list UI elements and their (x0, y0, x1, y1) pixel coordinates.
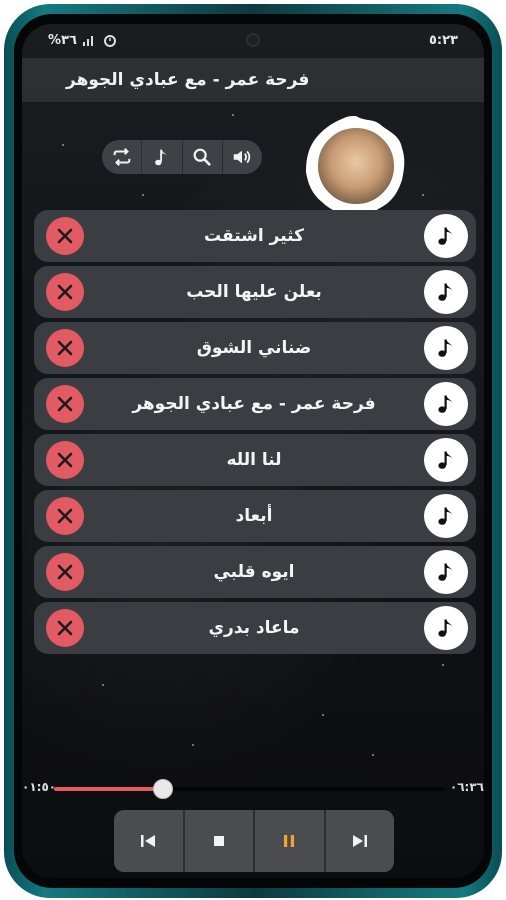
pause-icon (284, 835, 295, 847)
seek-progress (54, 787, 164, 791)
play-track-button[interactable] (424, 270, 468, 314)
title-bar: فرحة عمر - مع عبادي الجوهر (22, 58, 484, 102)
playlist-row[interactable]: كثير اشتقت (34, 210, 476, 262)
music-note-icon (438, 563, 452, 581)
status-time: ٥:٢٣ (428, 32, 458, 48)
phone-frame: %٣٦ ٥:٢٣ فرحة عمر - مع عبادي الجوهر كثير… (4, 4, 502, 898)
remove-track-button[interactable] (46, 497, 84, 535)
search-icon (193, 148, 211, 166)
pause-button[interactable] (255, 810, 326, 872)
playlist-row[interactable]: فرحة عمر - مع عبادي الجوهر (34, 378, 476, 430)
music-note-icon (438, 507, 452, 525)
previous-icon (141, 835, 156, 847)
remove-track-button[interactable] (46, 329, 84, 367)
music-note-icon (438, 619, 452, 637)
playlist-row[interactable]: لنا الله (34, 434, 476, 486)
music-button[interactable] (142, 140, 183, 174)
toolbar (102, 140, 262, 174)
elapsed-time: ٠١:٥٠ (22, 780, 57, 794)
playlist-row[interactable]: بعلن عليها الحب (34, 266, 476, 318)
remove-track-button[interactable] (46, 217, 84, 255)
close-icon (57, 284, 73, 300)
next-button[interactable] (326, 810, 395, 872)
playlist: كثير اشتقت بعلن عليها الحب ضناني الشوق فرحة… (34, 210, 476, 658)
track-title: بعلن عليها الحب (186, 282, 322, 302)
seek-bar[interactable] (54, 776, 444, 802)
volume-icon (234, 150, 251, 164)
music-note-icon (438, 451, 452, 469)
stop-icon (213, 836, 224, 846)
play-track-button[interactable] (424, 214, 468, 258)
repeat-button[interactable] (102, 140, 143, 174)
artist-photo (314, 124, 398, 208)
play-track-button[interactable] (424, 438, 468, 482)
close-icon (57, 620, 73, 636)
track-title: ايوه قلبي (213, 562, 295, 582)
app-screen: %٣٦ ٥:٢٣ فرحة عمر - مع عبادي الجوهر كثير… (22, 24, 484, 878)
playlist-row[interactable]: ماعاد بدري (34, 602, 476, 654)
next-icon (352, 835, 367, 847)
track-title: فرحة عمر - مع عبادي الجوهر (132, 394, 376, 414)
volume-button[interactable] (223, 140, 262, 174)
status-icons: %٣٦ (48, 33, 117, 48)
music-note-icon (438, 395, 452, 413)
track-title: أبعاد (235, 506, 273, 526)
playlist-row[interactable]: ضناني الشوق (34, 322, 476, 374)
close-icon (57, 340, 73, 356)
total-duration: ٠٦:٣٦ (449, 780, 484, 794)
status-bar: %٣٦ ٥:٢٣ (22, 24, 484, 56)
close-icon (57, 228, 73, 244)
repeat-icon (113, 148, 130, 166)
play-track-button[interactable] (424, 382, 468, 426)
previous-button[interactable] (114, 810, 185, 872)
close-icon (57, 508, 73, 524)
music-note-icon (438, 339, 452, 357)
stop-button[interactable] (185, 810, 255, 872)
track-title: ضناني الشوق (196, 338, 312, 358)
music-note-icon (438, 227, 452, 245)
now-playing-title: فرحة عمر - مع عبادي الجوهر (66, 70, 310, 90)
track-title: لنا الله (226, 450, 282, 470)
track-title: ماعاد بدري (208, 618, 300, 638)
play-track-button[interactable] (424, 326, 468, 370)
close-icon (57, 564, 73, 580)
search-button[interactable] (183, 140, 223, 174)
music-note-icon (438, 283, 452, 301)
playlist-row[interactable]: أبعاد (34, 490, 476, 542)
remove-track-button[interactable] (46, 273, 84, 311)
track-title: كثير اشتقت (204, 226, 304, 246)
remove-track-button[interactable] (46, 553, 84, 591)
playback-controls (114, 810, 394, 872)
front-camera (246, 33, 260, 47)
battery-percent: %٣٦ (48, 32, 77, 48)
play-track-button[interactable] (424, 550, 468, 594)
signal-icon (82, 36, 93, 46)
music-note-icon (155, 149, 167, 166)
close-icon (57, 396, 73, 412)
playlist-row[interactable]: ايوه قلبي (34, 546, 476, 598)
phone-bezel: %٣٦ ٥:٢٣ فرحة عمر - مع عبادي الجوهر كثير… (14, 14, 492, 888)
remove-track-button[interactable] (46, 441, 84, 479)
play-track-button[interactable] (424, 494, 468, 538)
remove-track-button[interactable] (46, 385, 84, 423)
artist-avatar (304, 114, 408, 218)
close-icon (57, 452, 73, 468)
remove-track-button[interactable] (46, 609, 84, 647)
play-track-button[interactable] (424, 606, 468, 650)
seek-handle[interactable] (153, 779, 174, 799)
alarm-icon (103, 35, 116, 47)
